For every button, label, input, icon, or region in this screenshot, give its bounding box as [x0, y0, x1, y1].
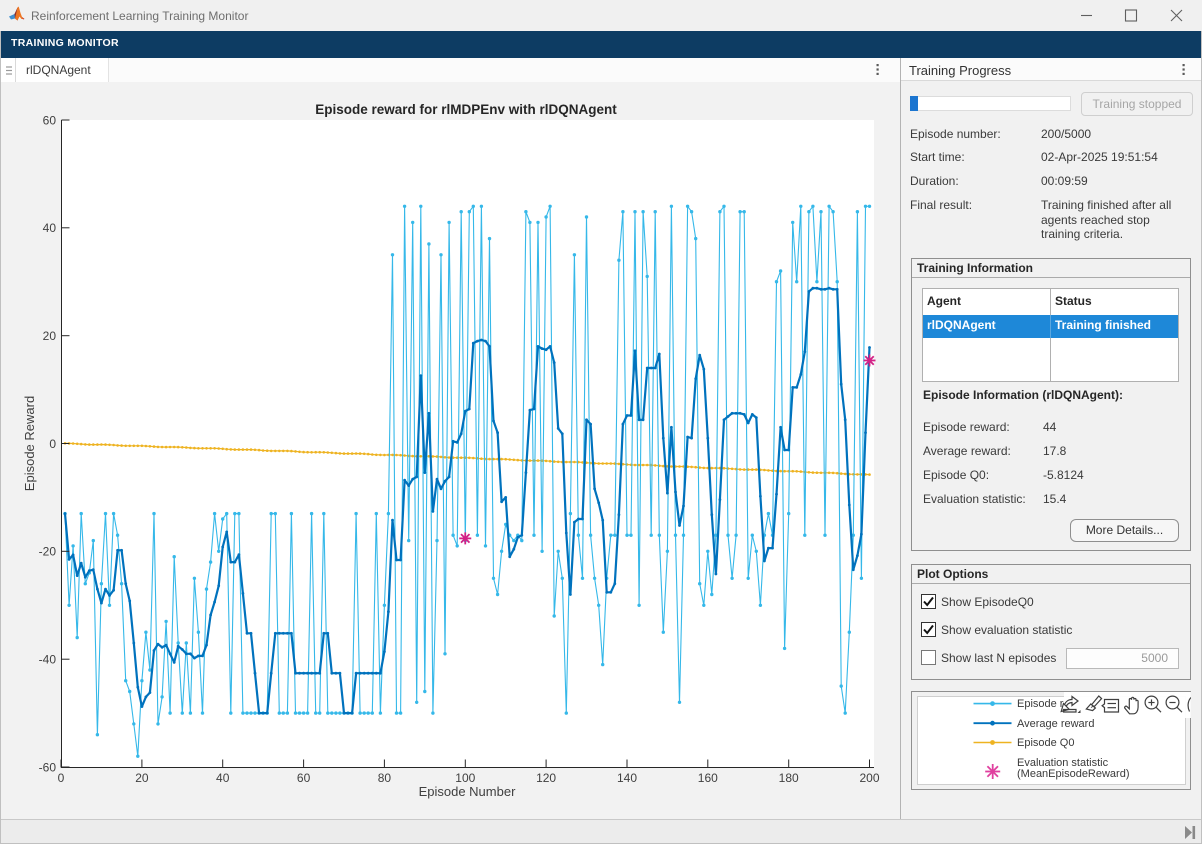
svg-text:-20: -20 [39, 545, 57, 559]
svg-text:80: 80 [378, 771, 392, 785]
svg-text:0: 0 [58, 771, 65, 785]
svg-text:Episode Reward: Episode Reward [22, 396, 37, 491]
svg-text:-40: -40 [39, 653, 57, 667]
svg-text:20: 20 [43, 329, 57, 343]
svg-text:60: 60 [43, 113, 57, 127]
svg-text:100: 100 [455, 771, 475, 785]
svg-text:Episode Number: Episode Number [419, 784, 516, 799]
svg-text:120: 120 [536, 771, 556, 785]
svg-text:40: 40 [216, 771, 230, 785]
svg-text:0: 0 [49, 437, 56, 451]
svg-text:180: 180 [779, 771, 799, 785]
svg-text:Episode reward for rlMDPEnv wi: Episode reward for rlMDPEnv with rlDQNAg… [315, 102, 617, 117]
svg-text:200: 200 [859, 771, 879, 785]
svg-text:160: 160 [698, 771, 718, 785]
svg-text:60: 60 [297, 771, 311, 785]
svg-text:-60: -60 [39, 760, 57, 774]
svg-text:40: 40 [43, 221, 57, 235]
svg-text:140: 140 [617, 771, 637, 785]
svg-text:20: 20 [135, 771, 149, 785]
